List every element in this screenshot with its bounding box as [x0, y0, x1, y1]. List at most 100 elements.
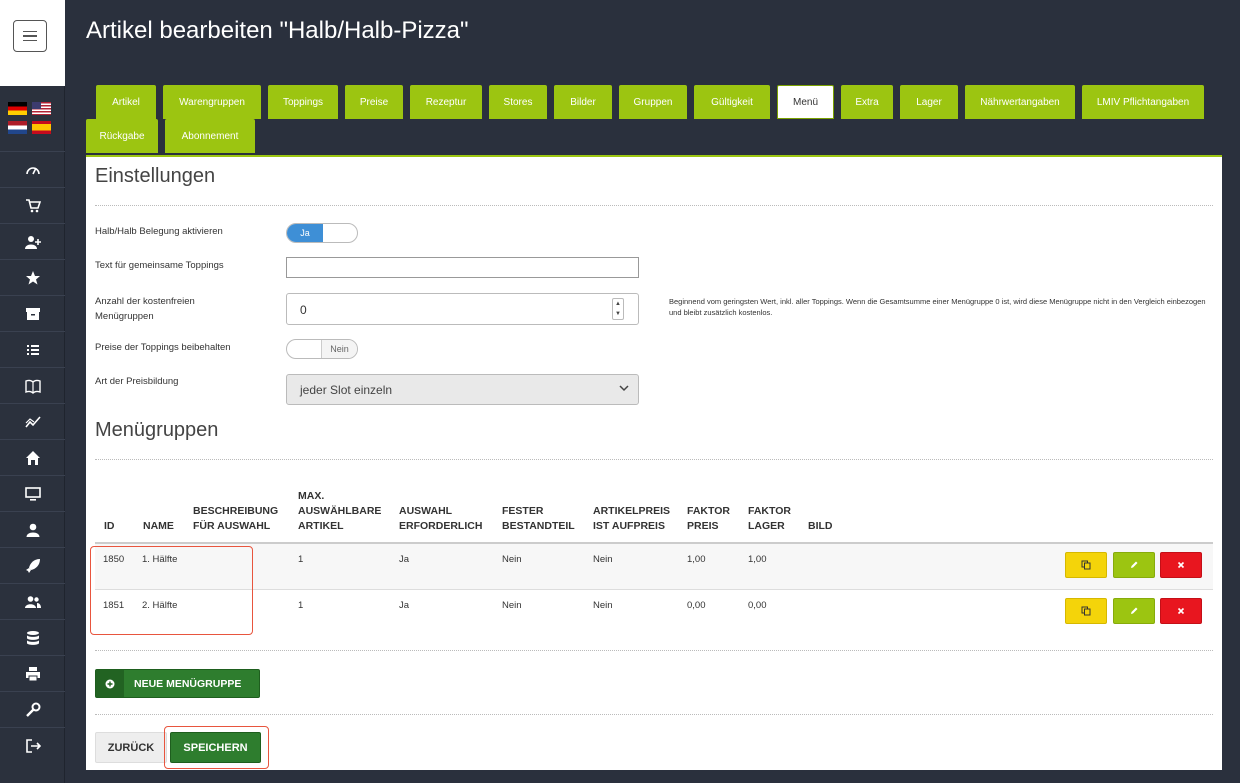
sidebar-item-favorites[interactable] — [0, 259, 65, 295]
tab-artikel[interactable]: Artikel — [96, 85, 156, 119]
row2-factor-stock: 0,00 — [748, 600, 767, 611]
sidebar-item-statistics[interactable] — [0, 403, 65, 439]
sidebar-item-users[interactable] — [0, 583, 65, 619]
user-icon — [26, 523, 39, 537]
chart-line-icon — [24, 415, 41, 427]
sidebar-item-tools[interactable] — [0, 691, 65, 727]
row2-delete-button[interactable] — [1160, 598, 1202, 624]
hamburger-icon[interactable] — [13, 20, 47, 52]
flag-us-icon[interactable] — [32, 102, 51, 115]
tab-rueckgabe[interactable]: Rückgabe — [86, 119, 158, 153]
sidebar-item-profile[interactable] — [0, 511, 65, 547]
plus-circle-icon — [96, 670, 124, 697]
monitor-icon — [24, 486, 41, 501]
row1-edit-button[interactable] — [1113, 552, 1155, 578]
tab-gueltigkeit[interactable]: Gültigkeit — [694, 85, 770, 119]
sidebar-item-home[interactable] — [0, 439, 65, 475]
flag-es-icon[interactable] — [32, 121, 51, 134]
keep-prices-label: Preise der Toppings beibehalten — [95, 342, 231, 353]
star-icon — [25, 270, 40, 284]
tab-menue[interactable]: Menü — [777, 85, 834, 119]
row2-edit-button[interactable] — [1113, 598, 1155, 624]
row1-required: Ja — [399, 554, 410, 565]
tab-naehrwertangaben[interactable]: Nährwertangaben — [965, 85, 1075, 119]
back-button[interactable]: ZURÜCK — [95, 732, 167, 763]
tab-gruppen[interactable]: Gruppen — [619, 85, 687, 119]
flag-nl-icon[interactable] — [8, 121, 27, 134]
database-icon — [26, 630, 39, 645]
new-menu-group-button[interactable]: NEUE MENÜGRUPPE — [95, 669, 260, 698]
th-surcharge: ARTIKELPREIS IST AUFPREIS — [593, 505, 671, 532]
tab-bilder[interactable]: Bilder — [554, 85, 612, 119]
wrench-icon — [25, 702, 40, 717]
row1-fixed: Nein — [502, 554, 522, 565]
row2-surcharge: Nein — [593, 600, 613, 611]
cart-icon — [25, 198, 41, 212]
sidebar-item-dashboard[interactable] — [0, 151, 65, 187]
pricing-select[interactable]: jeder Slot einzeln — [286, 374, 639, 405]
th-required: AUSWAHL ERFORDERLICH — [399, 505, 483, 532]
pricing-label: Art der Preisbildung — [95, 376, 179, 387]
sidebar-item-display[interactable] — [0, 475, 65, 511]
free-groups-stepper[interactable]: 0 ▲ ▼ — [286, 293, 639, 325]
copy-icon — [1081, 606, 1091, 616]
rows-highlight — [90, 546, 253, 635]
table-bottom-divider — [95, 650, 1213, 651]
pricing-value: jeder Slot einzeln — [300, 383, 393, 397]
common-text-label: Text für gemeinsame Toppings — [95, 260, 224, 271]
tab-stores[interactable]: Stores — [489, 85, 547, 119]
sidebar-item-archive[interactable] — [0, 295, 65, 331]
th-factor-price: FAKTOR PREIS — [687, 505, 730, 532]
sidebar-item-database[interactable] — [0, 619, 65, 655]
sidebar-item-launch[interactable] — [0, 547, 65, 583]
flag-de-icon[interactable] — [8, 102, 27, 115]
close-icon — [1177, 561, 1185, 569]
groups-divider — [95, 459, 1213, 460]
common-text-input[interactable] — [286, 257, 639, 278]
keep-prices-toggle-off: Nein — [321, 340, 357, 358]
sidebar — [0, 0, 65, 783]
sidebar-item-list[interactable] — [0, 331, 65, 367]
row1-copy-button[interactable] — [1065, 552, 1107, 578]
row-separator — [95, 589, 1213, 590]
row1-delete-button[interactable] — [1160, 552, 1202, 578]
settings-divider — [95, 205, 1213, 206]
logout-icon — [25, 738, 41, 753]
tab-preise[interactable]: Preise — [345, 85, 403, 119]
sidebar-item-cart[interactable] — [0, 187, 65, 223]
tab-lager[interactable]: Lager — [900, 85, 958, 119]
th-name: NAME — [143, 520, 174, 532]
user-plus-icon — [24, 235, 41, 249]
halfhalf-toggle[interactable]: Ja — [286, 223, 358, 243]
tab-lmiv-pflichtangaben[interactable]: LMIV Pflichtangaben — [1082, 85, 1204, 119]
rocket-icon — [25, 558, 40, 573]
table-row — [95, 544, 1213, 589]
row2-max: 1 — [298, 600, 304, 611]
row1-factor-price: 1,00 — [687, 554, 706, 565]
groups-title: Menügruppen — [95, 419, 219, 441]
th-max: MAX. AUSWÄHLBARE ARTIKEL — [298, 490, 382, 532]
pencil-icon — [1131, 607, 1138, 614]
tab-rezeptur[interactable]: Rezeptur — [410, 85, 482, 119]
book-icon — [24, 379, 41, 394]
sidebar-item-add-user[interactable] — [0, 223, 65, 259]
new-menu-group-label: NEUE MENÜGRUPPE — [134, 678, 242, 690]
sidebar-item-catalog[interactable] — [0, 367, 65, 403]
stepper-arrows-icon[interactable]: ▲ ▼ — [612, 298, 624, 320]
tab-abonnement[interactable]: Abonnement — [165, 119, 255, 153]
row2-copy-button[interactable] — [1065, 598, 1107, 624]
tab-warengruppen[interactable]: Warengruppen — [163, 85, 261, 119]
row1-surcharge: Nein — [593, 554, 613, 565]
close-icon — [1177, 607, 1185, 615]
sidebar-item-logout[interactable] — [0, 727, 65, 763]
sidebar-item-print[interactable] — [0, 655, 65, 691]
keep-prices-toggle[interactable]: Nein — [286, 339, 358, 359]
row2-fixed: Nein — [502, 600, 522, 611]
tab-toppings[interactable]: Toppings — [268, 85, 338, 119]
tab-extra[interactable]: Extra — [841, 85, 893, 119]
free-groups-hint: Beginnend vom geringsten Wert, inkl. all… — [669, 297, 1206, 317]
save-highlight — [164, 726, 269, 769]
row1-factor-stock: 1,00 — [748, 554, 767, 565]
row2-required: Ja — [399, 600, 410, 611]
pencil-icon — [1131, 561, 1138, 568]
